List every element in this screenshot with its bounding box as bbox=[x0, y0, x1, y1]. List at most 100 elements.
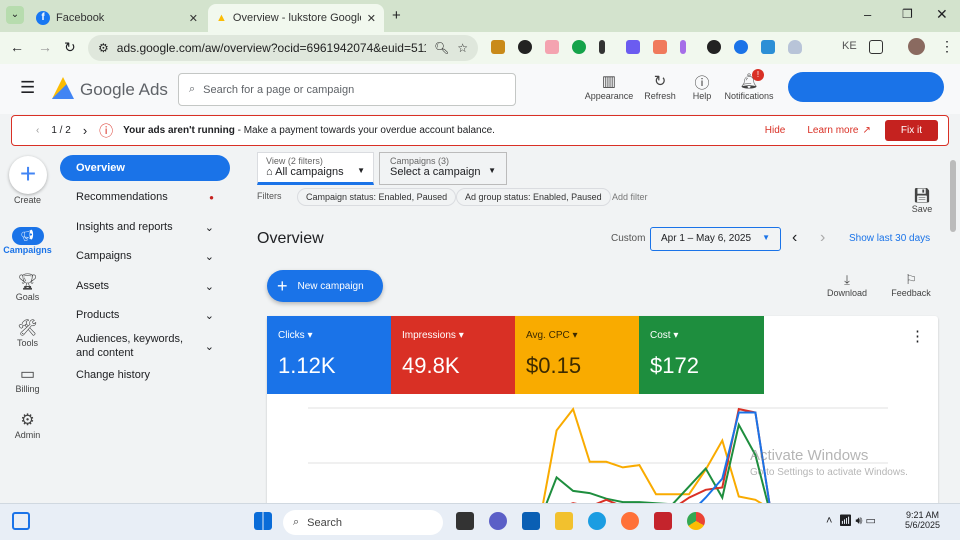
new-campaign-button[interactable]: + New campaign bbox=[267, 270, 383, 302]
help-button[interactable]: ⓘ Help bbox=[688, 72, 716, 101]
create-button[interactable]: + bbox=[9, 156, 47, 194]
extension-icon[interactable] bbox=[626, 40, 640, 54]
extension-icon[interactable] bbox=[491, 40, 505, 54]
rail-tools[interactable]: 🛠︎ Tools bbox=[0, 318, 55, 348]
grammarly-icon[interactable] bbox=[572, 40, 586, 54]
prev-period-icon[interactable]: ‹ bbox=[792, 229, 797, 247]
add-filter-button[interactable]: Add filter bbox=[612, 192, 648, 202]
minimize-button[interactable]: – bbox=[864, 7, 871, 22]
nav-recommendations[interactable]: Recommendations ● bbox=[60, 184, 230, 210]
search-input[interactable]: ⌕ Search for a page or campaign bbox=[178, 73, 516, 106]
nav-overview[interactable]: Overview bbox=[60, 155, 230, 181]
extension-icon[interactable]: KE bbox=[842, 40, 857, 54]
tab-facebook[interactable]: f Facebook ✕ bbox=[28, 4, 206, 32]
rail-admin[interactable]: ⚙ Admin bbox=[0, 410, 55, 440]
firefox-icon[interactable] bbox=[621, 512, 639, 530]
start-icon[interactable] bbox=[254, 512, 272, 530]
new-tab-button[interactable]: + bbox=[392, 7, 401, 24]
task-view-icon[interactable] bbox=[456, 512, 474, 530]
show-last-30-days-link[interactable]: Show last 30 days bbox=[849, 233, 930, 244]
close-icon[interactable]: ✕ bbox=[189, 12, 198, 25]
close-window-button[interactable]: ✕ bbox=[936, 6, 948, 23]
tab-search-button[interactable]: ⌄ bbox=[6, 6, 24, 24]
browser-menu-icon[interactable]: ⋮ bbox=[940, 38, 954, 55]
filter-chip[interactable]: Campaign status: Enabled, Paused bbox=[297, 188, 457, 206]
label: Clicks bbox=[278, 330, 305, 341]
zoom-icon[interactable]: 🔍︎ bbox=[434, 41, 449, 55]
clock[interactable]: 9:21 AM 5/6/2025 bbox=[905, 510, 940, 530]
extension-icon[interactable] bbox=[761, 40, 775, 54]
color-picker-icon[interactable] bbox=[599, 40, 605, 54]
edge-icon[interactable] bbox=[588, 512, 606, 530]
nav-audiences[interactable]: Audiences, keywords, and content ⌄ bbox=[60, 332, 230, 360]
restore-button[interactable]: ❐ bbox=[902, 7, 913, 21]
forward-icon[interactable]: → bbox=[38, 39, 52, 55]
extension-icon[interactable] bbox=[734, 40, 748, 54]
metric-label[interactable]: Impressions ▾ bbox=[402, 330, 505, 341]
scrollbar[interactable] bbox=[950, 160, 956, 232]
extension-icon[interactable] bbox=[653, 40, 667, 54]
more-options-icon[interactable]: ⋮ bbox=[910, 327, 925, 345]
rail-goals[interactable]: 🏆︎ Goals bbox=[0, 272, 55, 302]
save-button[interactable]: 💾︎ Save bbox=[908, 187, 936, 214]
site-info-icon[interactable]: ⚙ bbox=[98, 41, 109, 55]
rail-billing[interactable]: ▭ Billing bbox=[0, 364, 55, 394]
extensions-puzzle-icon[interactable] bbox=[869, 40, 883, 54]
tab-google-ads[interactable]: ▲ Overview - lukstore Google Ads ✕ bbox=[208, 4, 384, 32]
taskbar-search[interactable]: ⌕ Search bbox=[283, 510, 443, 535]
shield-extension-icon[interactable] bbox=[788, 40, 802, 54]
metric-card-clicks[interactable]: Clicks ▾ 1.12K bbox=[267, 316, 392, 394]
store-icon[interactable] bbox=[522, 512, 540, 530]
nav-assets[interactable]: Assets ⌄ bbox=[60, 273, 230, 299]
metric-label[interactable]: Avg. CPC ▾ bbox=[526, 330, 629, 341]
extension-icon[interactable] bbox=[680, 40, 686, 54]
hide-button[interactable]: Hide bbox=[765, 125, 786, 136]
campaign-selector[interactable]: Campaigns (3) Select a campaign ▼ bbox=[379, 152, 507, 185]
profile-avatar[interactable] bbox=[908, 38, 925, 55]
learn-more-link[interactable]: Learn more bbox=[807, 125, 858, 136]
metric-label[interactable]: Clicks ▾ bbox=[278, 330, 381, 341]
filter-chip[interactable]: Ad group status: Enabled, Paused bbox=[456, 188, 611, 206]
metric-label[interactable]: Cost ▾ bbox=[650, 330, 753, 341]
plus-icon: + bbox=[277, 275, 288, 296]
download-button[interactable]: ⤓ Download bbox=[826, 272, 868, 298]
next-period-icon[interactable]: › bbox=[820, 229, 825, 247]
feedback-button[interactable]: ⚐ Feedback bbox=[890, 272, 932, 298]
extension-icon[interactable] bbox=[545, 40, 559, 54]
fix-it-button[interactable]: Fix it bbox=[884, 120, 938, 141]
recorder-icon[interactable] bbox=[654, 512, 672, 530]
file-explorer-icon[interactable] bbox=[555, 512, 573, 530]
nav-products[interactable]: Products ⌄ bbox=[60, 302, 230, 328]
extension-icon[interactable] bbox=[518, 40, 532, 54]
rail-campaigns[interactable]: 📢︎ Campaigns bbox=[0, 227, 55, 255]
back-icon[interactable]: ← bbox=[10, 39, 24, 55]
reload-icon[interactable]: ↻ bbox=[64, 39, 76, 56]
nav-insights[interactable]: Insights and reports ⌄ bbox=[60, 214, 230, 240]
notification-dot: ● bbox=[209, 192, 214, 202]
next-alert-icon[interactable]: › bbox=[83, 123, 87, 138]
nav-change-history[interactable]: Change history bbox=[60, 362, 230, 388]
dropdown-arrow-icon: ▼ bbox=[488, 166, 496, 175]
view-selector[interactable]: View (2 filters) ⌂ All campaigns ▼ bbox=[257, 152, 374, 185]
close-icon[interactable]: ✕ bbox=[367, 12, 376, 25]
metric-card-cost[interactable]: Cost ▾ $172 bbox=[639, 316, 764, 394]
address-bar[interactable]: ⚙ ads.google.com/aw/overview?ocid=696194… bbox=[88, 35, 478, 61]
main-menu-icon[interactable]: ☰ bbox=[20, 78, 35, 98]
tab-title: Overview - lukstore Google Ads bbox=[232, 12, 361, 24]
chrome-icon[interactable] bbox=[687, 512, 705, 530]
system-tray-icons[interactable]: ˄ 📶︎ 🔊︎ ▭ bbox=[826, 514, 876, 528]
nav-campaigns[interactable]: Campaigns ⌄ bbox=[60, 243, 230, 269]
metric-card-impressions[interactable]: Impressions ▾ 49.8K bbox=[391, 316, 516, 394]
appearance-button[interactable]: ▥ Appearance bbox=[584, 72, 634, 101]
account-switcher[interactable] bbox=[788, 72, 944, 102]
refresh-button[interactable]: ↻ Refresh bbox=[642, 72, 678, 101]
notifications-button[interactable]: 🔔︎ Notifications ! bbox=[722, 69, 776, 101]
metric-card-avg-cpc[interactable]: Avg. CPC ▾ $0.15 bbox=[515, 316, 640, 394]
bookmark-star-icon[interactable]: ☆ bbox=[457, 41, 468, 55]
date-range-picker[interactable]: Apr 1 – May 6, 2025 ▼ bbox=[650, 227, 781, 251]
feedback-icon: ⚐ bbox=[905, 272, 917, 287]
meet-icon[interactable] bbox=[489, 512, 507, 530]
widgets-icon[interactable] bbox=[12, 512, 30, 530]
prev-alert-icon[interactable]: ‹ bbox=[36, 125, 39, 136]
extension-icon[interactable] bbox=[707, 40, 721, 54]
